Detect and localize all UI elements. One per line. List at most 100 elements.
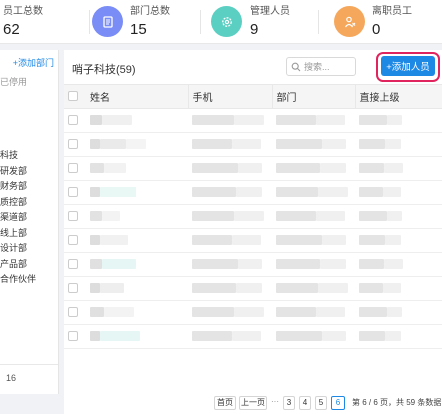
redacted-text: [192, 235, 232, 246]
redacted-text: [276, 235, 322, 246]
current-page-button[interactable]: 6: [331, 396, 345, 410]
name-cell: [86, 276, 188, 301]
add-department-link[interactable]: +添加部门: [13, 56, 54, 69]
department-item[interactable]: 设计部: [0, 241, 36, 257]
employee-table-body: [64, 108, 442, 349]
name-cell: [86, 180, 188, 205]
name-cell: [86, 156, 188, 181]
supervisor-cell: [355, 276, 442, 301]
page-title: 哨子科技(59): [72, 64, 136, 76]
department-cell: [272, 324, 355, 349]
row-checkbox[interactable]: [68, 115, 78, 126]
select-all-checkbox[interactable]: [68, 91, 78, 102]
phone-cell: [188, 324, 272, 349]
redacted-text: [320, 259, 346, 270]
stat-label: 管理人员: [250, 6, 290, 17]
table-row[interactable]: [64, 180, 442, 205]
row-checkbox[interactable]: [68, 187, 78, 198]
divider: [318, 10, 319, 34]
first-page-button[interactable]: 首页: [214, 396, 236, 410]
table-row[interactable]: [64, 324, 442, 349]
redacted-text: [359, 307, 387, 318]
department-cell: [272, 132, 355, 157]
redacted-text: [192, 211, 234, 222]
redacted-text: [192, 115, 234, 126]
row-checkbox[interactable]: [68, 139, 78, 150]
page-button[interactable]: 5: [315, 396, 327, 410]
table-row[interactable]: [64, 156, 442, 181]
department-item[interactable]: 财务部: [0, 179, 36, 195]
search-box[interactable]: [286, 57, 356, 76]
stat-resigned: 离职员工 0: [334, 0, 442, 44]
row-select-cell: [64, 204, 86, 229]
search-input[interactable]: [304, 61, 354, 72]
redacted-text: [276, 139, 322, 150]
table-row[interactable]: [64, 204, 442, 229]
department-item[interactable]: 合作伙伴: [0, 272, 36, 288]
supervisor-cell: [355, 156, 442, 181]
redacted-text: [90, 331, 100, 342]
redacted-text: [192, 187, 236, 198]
department-item[interactable]: 产品部: [0, 257, 36, 273]
stat-total-departments: 部门总数 15: [90, 0, 200, 44]
department-item[interactable]: 科技: [0, 148, 36, 164]
column-header-name[interactable]: 姓名: [86, 84, 188, 109]
disabled-departments-link[interactable]: 已停用: [0, 75, 27, 88]
redacted-text: [90, 307, 104, 318]
row-checkbox[interactable]: [68, 307, 78, 318]
department-cell: [272, 252, 355, 277]
supervisor-cell: [355, 180, 442, 205]
row-checkbox[interactable]: [68, 211, 78, 222]
table-row[interactable]: [64, 276, 442, 301]
supervisor-cell: [355, 252, 442, 277]
column-header-supervisor[interactable]: 直接上级: [354, 84, 442, 109]
table-row[interactable]: [64, 228, 442, 253]
department-item[interactable]: 线上部: [0, 226, 36, 242]
column-header-phone[interactable]: 手机: [187, 84, 272, 109]
prev-page-button[interactable]: 上一页: [239, 396, 267, 410]
redacted-text: [236, 283, 262, 294]
department-panel: +添加部门 已停用 科技 研发部 财务部 质控部 渠道部 线上部 设计部 产品部…: [0, 50, 59, 394]
column-header-department[interactable]: 部门: [271, 84, 355, 109]
redacted-text: [232, 139, 261, 150]
row-select-cell: [64, 156, 86, 181]
redacted-text: [383, 187, 401, 198]
department-item[interactable]: 质控部: [0, 195, 36, 211]
page-button[interactable]: 3: [283, 396, 295, 410]
row-checkbox[interactable]: [68, 163, 78, 174]
add-employee-button[interactable]: +添加人员: [381, 56, 435, 76]
redacted-text: [90, 115, 102, 126]
phone-cell: [188, 228, 272, 253]
redacted-text: [322, 139, 346, 150]
row-select-cell: [64, 324, 86, 349]
redacted-text: [318, 187, 348, 198]
redacted-text: [192, 163, 238, 174]
pagination-ellipsis: ···: [271, 397, 279, 406]
row-checkbox[interactable]: [68, 259, 78, 270]
redacted-text: [236, 187, 262, 198]
redacted-text: [384, 259, 403, 270]
phone-cell: [188, 132, 272, 157]
redacted-text: [359, 283, 383, 294]
row-checkbox[interactable]: [68, 235, 78, 246]
table-row[interactable]: [64, 300, 442, 325]
table-row[interactable]: [64, 252, 442, 277]
name-cell: [86, 300, 188, 325]
redacted-text: [104, 307, 134, 318]
stat-value: 62: [3, 21, 20, 38]
panel-footer-count: 16: [6, 373, 17, 383]
phone-cell: [188, 180, 272, 205]
page-button[interactable]: 4: [299, 396, 311, 410]
row-checkbox[interactable]: [68, 331, 78, 342]
redacted-text: [100, 283, 124, 294]
redacted-text: [316, 115, 345, 126]
redacted-text: [385, 235, 401, 246]
row-select-cell: [64, 228, 86, 253]
table-row[interactable]: [64, 132, 442, 157]
department-item[interactable]: 渠道部: [0, 210, 36, 226]
row-checkbox[interactable]: [68, 283, 78, 294]
redacted-text: [100, 235, 128, 246]
supervisor-cell: [355, 324, 442, 349]
table-row[interactable]: [64, 108, 442, 133]
department-item[interactable]: 研发部: [0, 164, 36, 180]
